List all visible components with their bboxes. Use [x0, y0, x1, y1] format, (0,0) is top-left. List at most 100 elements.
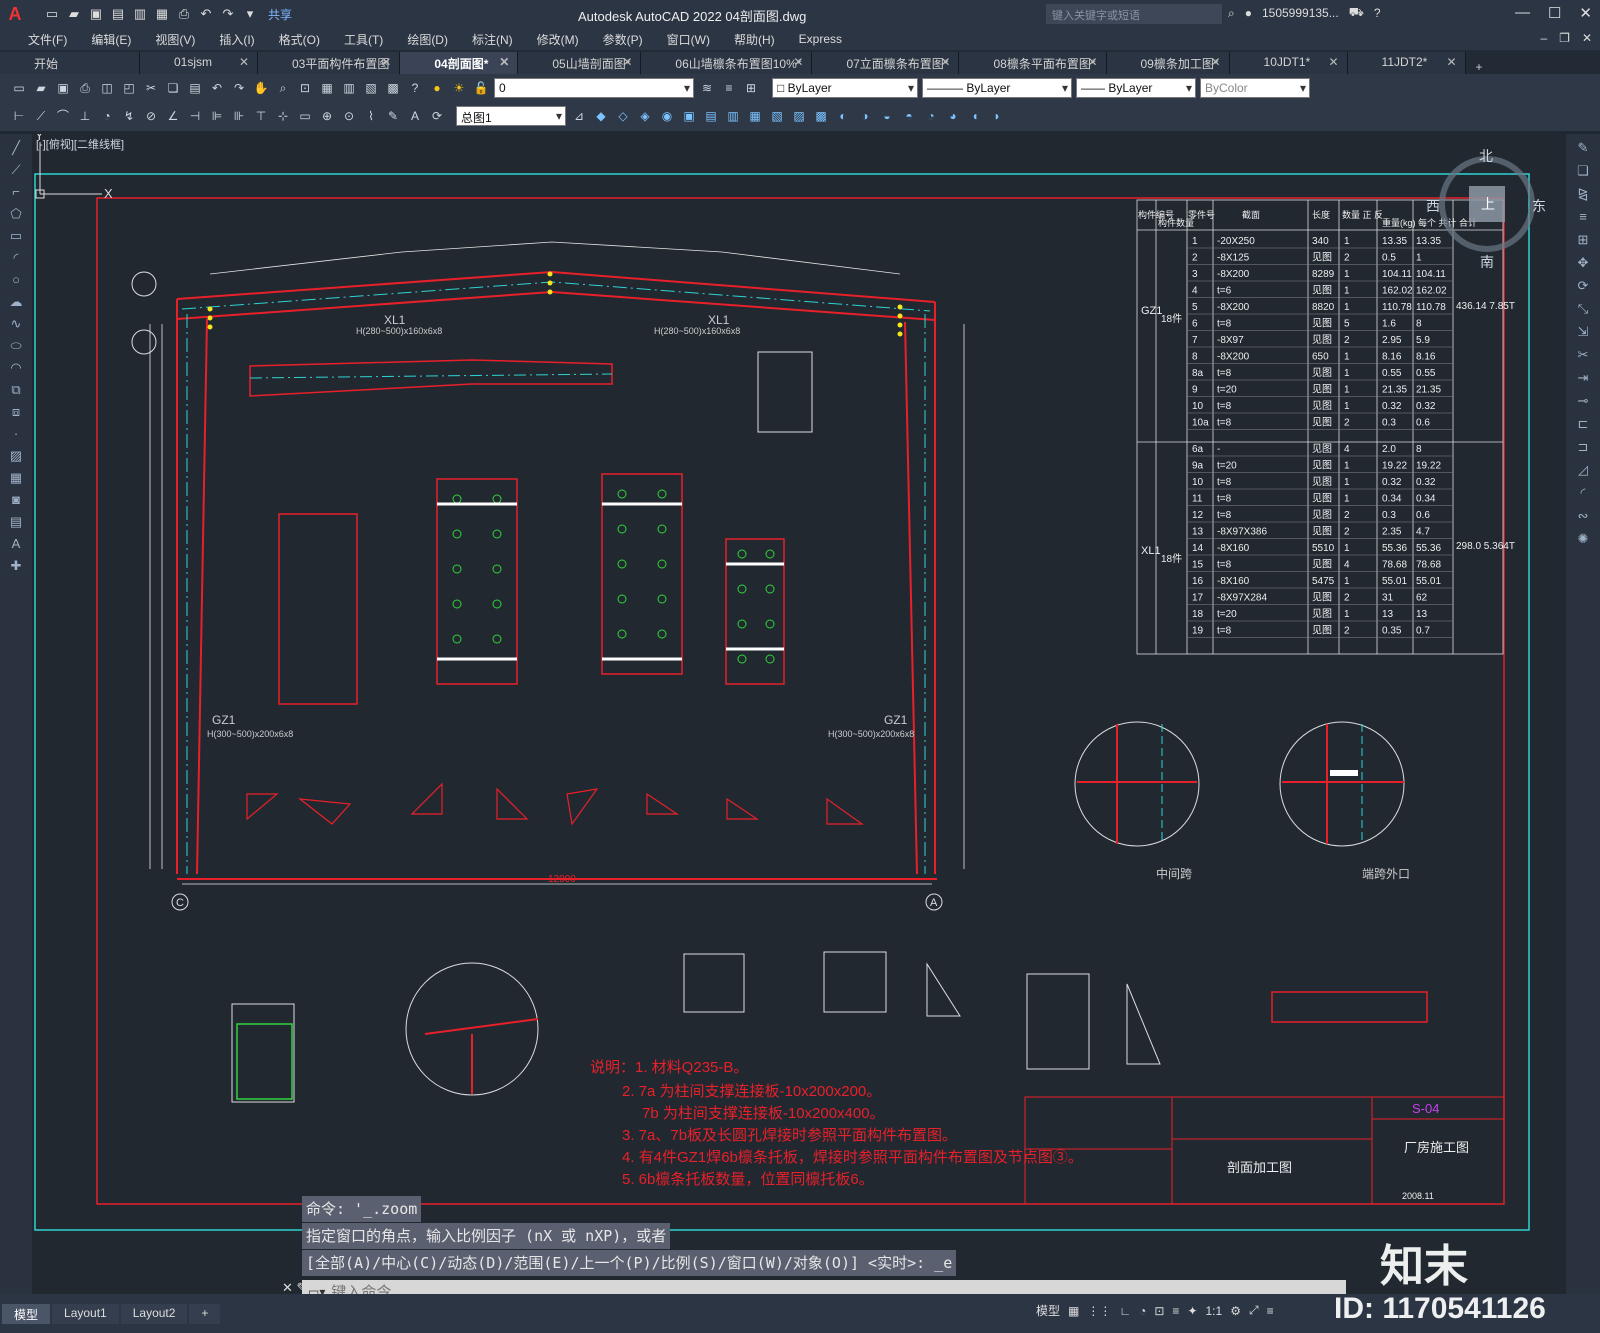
dim-aligned-icon[interactable]: ⟋: [32, 107, 50, 125]
save-icon[interactable]: ▣: [54, 79, 72, 97]
view-icon-18[interactable]: ◖: [966, 107, 984, 125]
layer-lock-icon[interactable]: 🔓: [472, 79, 490, 97]
grid-icon[interactable]: ▦: [1068, 1304, 1079, 1318]
mirror-icon[interactable]: ⧎: [1574, 186, 1592, 202]
layout-select[interactable]: 总图1: [456, 106, 566, 126]
command-input[interactable]: [331, 1283, 1232, 1294]
undo-icon[interactable]: ↶: [198, 6, 214, 22]
dim-break-icon[interactable]: ⊹: [274, 107, 292, 125]
region-icon[interactable]: ◙: [7, 492, 25, 508]
autocad-logo[interactable]: A: [0, 0, 30, 28]
model-space-toggle[interactable]: 模型: [1036, 1302, 1060, 1319]
close-icon[interactable]: ✕: [1087, 55, 1097, 69]
tab-model[interactable]: 模型: [2, 1303, 51, 1324]
join-icon[interactable]: ⊐: [1574, 439, 1592, 455]
dim-edit-icon[interactable]: ✎: [384, 107, 402, 125]
undo-icon[interactable]: ↶: [208, 79, 226, 97]
circle-icon[interactable]: ○: [7, 272, 25, 288]
layer-freeze-icon[interactable]: ☀: [450, 79, 468, 97]
add-layout-icon[interactable]: +: [189, 1303, 221, 1324]
explode-icon[interactable]: ✺: [1574, 531, 1592, 547]
view-icon-10[interactable]: ▨: [790, 107, 808, 125]
close-icon[interactable]: ✕: [793, 55, 803, 69]
menu-dimension[interactable]: 标注(N): [460, 31, 525, 48]
customize-status-icon[interactable]: ≡: [1267, 1304, 1274, 1318]
compass-south[interactable]: 南: [1480, 252, 1494, 272]
user-icon[interactable]: ●: [1245, 6, 1252, 20]
view-icon-6[interactable]: ▤: [702, 107, 720, 125]
dim-space-icon[interactable]: ⊤: [252, 107, 270, 125]
dim-angle-icon[interactable]: ∠: [164, 107, 182, 125]
close-icon[interactable]: ✕: [1579, 4, 1592, 22]
spline-icon[interactable]: ∿: [7, 316, 25, 332]
properties-icon[interactable]: ▦: [318, 79, 336, 97]
tab-09[interactable]: 09檩条加工图* ✕: [1106, 52, 1230, 74]
close-icon[interactable]: ✕: [1328, 55, 1338, 69]
compass-east[interactable]: 东: [1532, 196, 1546, 216]
zoom-icon[interactable]: ⌕: [274, 79, 292, 97]
paste-icon[interactable]: ▤: [186, 79, 204, 97]
drawing-canvas[interactable]: [-][俯视][二维线框] C A 12000 GZ1 H(300~500)x2…: [32, 134, 1566, 1294]
close-icon[interactable]: ✕: [1446, 55, 1456, 69]
view-icon-3[interactable]: ◈: [636, 107, 654, 125]
view-icon-2[interactable]: ◇: [614, 107, 632, 125]
trim-icon[interactable]: ✂: [1574, 347, 1592, 363]
view-icon-7[interactable]: ▥: [724, 107, 742, 125]
view-icon-4[interactable]: ◉: [658, 107, 676, 125]
close-icon[interactable]: ✕: [622, 55, 632, 69]
line-icon[interactable]: ╱: [7, 140, 25, 156]
view-icon-17[interactable]: ◕: [944, 107, 962, 125]
add-selected-icon[interactable]: ✚: [7, 558, 25, 574]
tab-04-active[interactable]: 04剖面图* ✕: [400, 52, 519, 74]
tab-03[interactable]: 03平面构件布置图 ✕: [258, 52, 401, 74]
arc-icon[interactable]: ◜: [7, 250, 25, 266]
break-icon[interactable]: ⊏: [1574, 416, 1592, 432]
viewcube[interactable]: 北 南 东 西 上: [1426, 144, 1546, 270]
view-icon-19[interactable]: ◗: [988, 107, 1006, 125]
dim-arc-icon[interactable]: ⌒: [54, 107, 72, 125]
polar-icon[interactable]: ◔: [1139, 1304, 1146, 1318]
dim-linear-icon[interactable]: ⊢: [10, 107, 28, 125]
menu-draw[interactable]: 绘图(D): [395, 31, 460, 48]
ellipse-icon[interactable]: ⬭: [7, 338, 25, 354]
stretch-icon[interactable]: ⇲: [1574, 324, 1592, 340]
calculator-icon[interactable]: ▩: [384, 79, 402, 97]
linetype-select[interactable]: ——— ByLayer: [922, 78, 1072, 98]
layer-previous-icon[interactable]: ≡: [720, 79, 738, 97]
menu-tools[interactable]: 工具(T): [332, 31, 395, 48]
customize-icon[interactable]: ▾: [242, 6, 258, 22]
copy-object-icon[interactable]: ❏: [1574, 163, 1592, 179]
pan-icon[interactable]: ✋: [252, 79, 270, 97]
menu-help[interactable]: 帮助(H): [722, 31, 787, 48]
revcloud-icon[interactable]: ☁: [7, 294, 25, 310]
publish-icon[interactable]: ◰: [120, 79, 138, 97]
tool-palette-icon[interactable]: ▧: [362, 79, 380, 97]
view-icon-9[interactable]: ▧: [768, 107, 786, 125]
make-current-icon[interactable]: ⊞: [742, 79, 760, 97]
close-icon[interactable]: ✕: [1210, 55, 1220, 69]
annotation-scale[interactable]: 1:1: [1206, 1304, 1223, 1318]
tab-start[interactable]: 开始: [0, 52, 140, 74]
help-icon[interactable]: ?: [1374, 6, 1381, 20]
layer-on-icon[interactable]: ●: [428, 79, 446, 97]
table-icon[interactable]: ▤: [7, 514, 25, 530]
doc-restore-icon[interactable]: ❐: [1559, 31, 1570, 45]
dim-diameter-icon[interactable]: ⊘: [142, 107, 160, 125]
dim-baseline-icon[interactable]: ⊫: [208, 107, 226, 125]
design-center-icon[interactable]: ▥: [340, 79, 358, 97]
minimize-icon[interactable]: —: [1515, 4, 1530, 22]
polygon-icon[interactable]: ⬠: [7, 206, 25, 222]
plotstyle-select[interactable]: ByColor: [1200, 78, 1310, 98]
tab-05[interactable]: 05山墙剖面图* ✕: [518, 52, 642, 74]
menu-parametric[interactable]: 参数(P): [591, 31, 655, 48]
tab-10[interactable]: 10JDT1* ✕: [1229, 52, 1348, 74]
break-point-icon[interactable]: ⊸: [1574, 393, 1592, 409]
quick-dim-icon[interactable]: ⊣: [186, 107, 204, 125]
point-icon[interactable]: ·: [7, 426, 25, 442]
tab-06[interactable]: 06山墙檩条布置图10%* ✕: [641, 52, 813, 74]
tab-07[interactable]: 07立面檩条布置图* ✕: [812, 52, 960, 74]
compass-west[interactable]: 西: [1426, 196, 1440, 216]
move-icon[interactable]: ✥: [1574, 255, 1592, 271]
save-as-icon[interactable]: ▤: [110, 6, 126, 22]
print-icon[interactable]: ⎙: [76, 79, 94, 97]
